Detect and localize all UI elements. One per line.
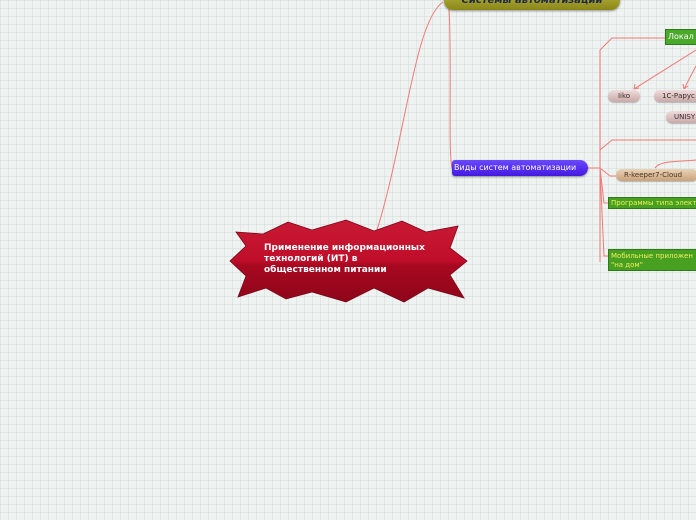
link-local-to-1c [683,65,696,90]
central-topic[interactable]: Применение информационных технологий (ИТ… [264,243,444,276]
topic-mobile-apps[interactable]: Мобильные приложен "на дом" [608,249,696,271]
link-to-right-edge-mid [654,159,696,169]
central-topic-line: технологий (ИТ) в [264,254,358,264]
link-to-right-edge-top [599,139,696,151]
topic-electronic-programs[interactable]: Программы типа электр [608,197,696,209]
topic-automation-types[interactable]: Виды систем автоматизации [452,160,588,176]
topic-local[interactable]: Локал [665,29,696,45]
central-topic-line: общественном питании [264,265,387,275]
link-automation-systems-to-types [448,7,453,169]
link-bracket [599,37,665,262]
topic-1c-rarus[interactable]: 1С-Рарус [654,90,696,102]
link-central-to-automation-systems [376,1,444,231]
link-to-r-keeper [599,167,616,177]
central-topic-line: Применение информационных [264,243,425,253]
topic-automation-systems[interactable]: Системы автоматизации [444,0,620,10]
topic-unisys[interactable]: UNISY [666,111,696,123]
topic-iiko[interactable]: Iiko [608,90,640,102]
topic-r-keeper[interactable]: R-keeper7-Cloud [616,169,696,181]
